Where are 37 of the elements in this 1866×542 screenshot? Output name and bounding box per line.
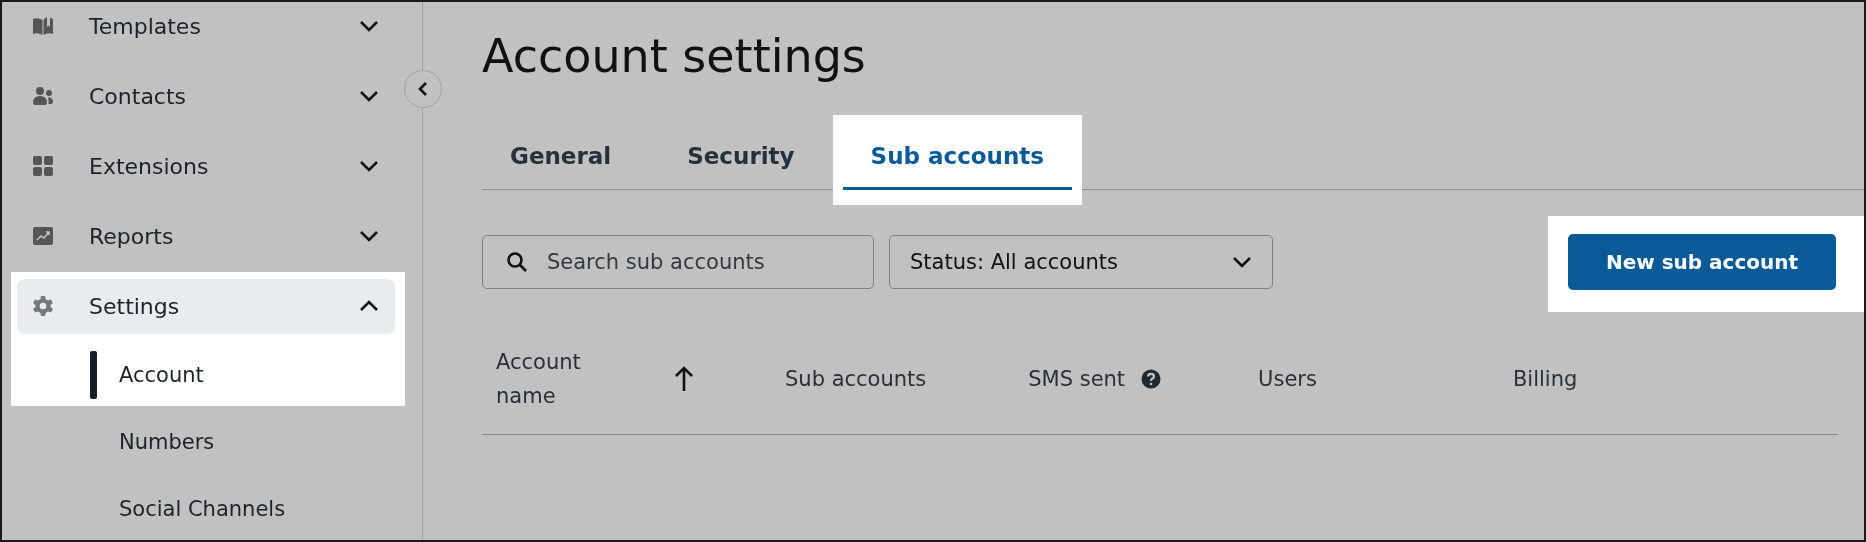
sort-arrow-icon[interactable] xyxy=(674,365,694,393)
help-icon[interactable] xyxy=(1141,369,1162,389)
chevron-down-icon xyxy=(359,230,379,242)
status-dropdown[interactable]: Status: All accounts xyxy=(889,235,1273,289)
sidebar-item[interactable]: Settings xyxy=(17,278,395,334)
book-icon xyxy=(31,14,55,38)
column-header[interactable]: Billing xyxy=(1512,362,1578,396)
sidebar-item[interactable]: Extensions xyxy=(17,138,395,194)
page-title: Account settings xyxy=(482,28,867,84)
column-header[interactable]: Users xyxy=(1258,362,1317,396)
tab[interactable]: General xyxy=(482,127,640,190)
sidebar-item[interactable]: Contacts xyxy=(17,68,395,124)
column-header[interactable]: Sub accounts xyxy=(785,362,927,396)
collapse-button[interactable] xyxy=(404,70,442,108)
grid-icon xyxy=(31,154,55,178)
chevron-down-icon xyxy=(1232,256,1252,268)
chevron-down-icon xyxy=(359,20,379,32)
gear-icon xyxy=(31,294,55,318)
sidebar-subitem[interactable]: Social Channels xyxy=(2,483,286,534)
column-header[interactable]: Account name xyxy=(496,345,694,413)
search-input[interactable]: Search sub accounts xyxy=(545,249,869,275)
people-icon xyxy=(31,84,55,108)
new-sub-account-button[interactable]: New sub account xyxy=(1568,234,1836,290)
chevron-down-icon xyxy=(359,160,379,172)
chevron-left-icon xyxy=(417,81,429,97)
tab[interactable]: Security xyxy=(659,127,823,190)
sidebar-subitem[interactable]: Numbers xyxy=(2,416,215,467)
sidebar-item[interactable]: Reports xyxy=(17,208,395,264)
chevron-down-icon xyxy=(359,90,379,102)
sidebar-subitem[interactable]: Account xyxy=(2,349,204,400)
chevron-up-icon xyxy=(359,300,379,312)
column-header[interactable]: SMS sent xyxy=(1028,362,1162,396)
search-field[interactable]: Search sub accounts xyxy=(482,235,874,289)
tab[interactable]: Sub accounts xyxy=(842,127,1073,190)
sidebar-item[interactable]: Templates xyxy=(17,2,395,54)
chart-icon xyxy=(31,224,55,248)
search-icon xyxy=(505,250,529,274)
